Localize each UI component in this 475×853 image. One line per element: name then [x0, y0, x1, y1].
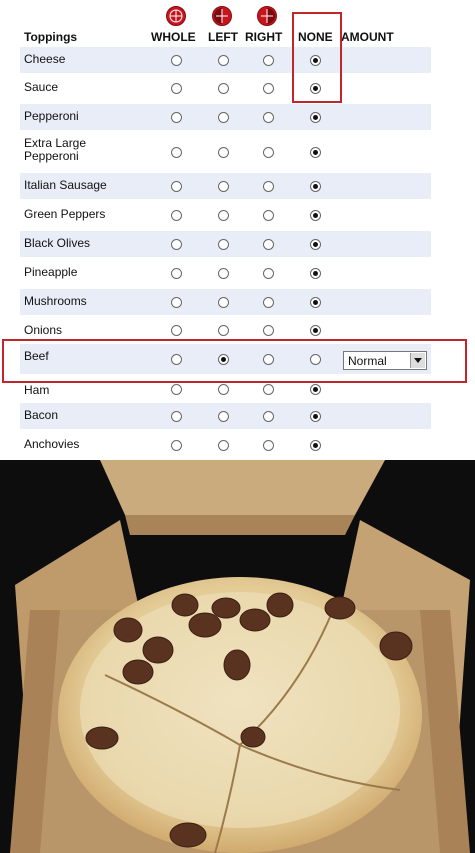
- topping-row: Extra Large Pepperoni: [20, 133, 431, 171]
- radio-none[interactable]: [310, 210, 321, 221]
- radio-left[interactable]: [218, 325, 229, 336]
- topping-label: Cheese: [24, 52, 66, 66]
- radio-left[interactable]: [218, 83, 229, 94]
- none-column-highlight: [292, 12, 342, 103]
- radio-whole[interactable]: [171, 147, 182, 158]
- radio-left[interactable]: [218, 112, 229, 123]
- topping-label: Pepperoni: [24, 109, 79, 123]
- toppings-form: Toppings WHOLE LEFT RIGHT NONE AMOUNT Ch…: [0, 0, 475, 460]
- radio-whole[interactable]: [171, 210, 182, 221]
- radio-left[interactable]: [218, 147, 229, 158]
- radio-left[interactable]: [218, 297, 229, 308]
- radio-left[interactable]: [218, 239, 229, 250]
- radio-whole[interactable]: [171, 297, 182, 308]
- radio-right[interactable]: [263, 181, 274, 192]
- radio-right[interactable]: [263, 440, 274, 451]
- topping-label: Green Peppers: [24, 207, 106, 221]
- radio-left[interactable]: [218, 411, 229, 422]
- topping-row: Cheese: [20, 47, 431, 73]
- radio-right[interactable]: [263, 411, 274, 422]
- radio-whole[interactable]: [171, 181, 182, 192]
- topping-label: Bacon: [24, 408, 59, 422]
- radio-none[interactable]: [310, 325, 321, 336]
- header-amount: AMOUNT: [341, 30, 394, 44]
- topping-label: Black Olives: [24, 236, 91, 250]
- topping-label: Sauce: [24, 80, 59, 94]
- header-whole: WHOLE: [151, 30, 196, 44]
- radio-none[interactable]: [310, 268, 321, 279]
- radio-none[interactable]: [310, 411, 321, 422]
- radio-whole[interactable]: [171, 325, 182, 336]
- radio-right[interactable]: [263, 268, 274, 279]
- radio-none[interactable]: [310, 440, 321, 451]
- radio-whole[interactable]: [171, 112, 182, 123]
- header-right: RIGHT: [245, 30, 283, 44]
- topping-row: Pineapple: [20, 260, 431, 286]
- topping-label: Pineapple: [24, 265, 78, 279]
- left-half-pie-icon: [212, 6, 232, 26]
- radio-whole[interactable]: [171, 384, 182, 395]
- topping-row: Black Olives: [20, 231, 431, 257]
- radio-whole[interactable]: [171, 83, 182, 94]
- radio-none[interactable]: [310, 112, 321, 123]
- whole-pie-icon: [166, 6, 186, 26]
- pizza-box-illustration: [0, 460, 475, 853]
- radio-right[interactable]: [263, 83, 274, 94]
- radio-none[interactable]: [310, 239, 321, 250]
- pizza-photo: [0, 460, 475, 853]
- radio-right[interactable]: [263, 384, 274, 395]
- topping-row: Pepperoni: [20, 104, 431, 130]
- right-half-pie-icon: [257, 6, 277, 26]
- radio-left[interactable]: [218, 268, 229, 279]
- radio-right[interactable]: [263, 239, 274, 250]
- topping-row: Sauce: [20, 75, 431, 101]
- radio-right[interactable]: [263, 55, 274, 66]
- beef-row-highlight: [2, 339, 467, 383]
- radio-right[interactable]: [263, 147, 274, 158]
- radio-left[interactable]: [218, 55, 229, 66]
- radio-right[interactable]: [263, 297, 274, 308]
- radio-none[interactable]: [310, 297, 321, 308]
- radio-whole[interactable]: [171, 440, 182, 451]
- topping-row: Italian Sausage: [20, 173, 431, 199]
- topping-row: Bacon: [20, 403, 431, 429]
- radio-whole[interactable]: [171, 411, 182, 422]
- topping-row: Mushrooms: [20, 289, 431, 315]
- radio-left[interactable]: [218, 440, 229, 451]
- radio-left[interactable]: [218, 384, 229, 395]
- radio-right[interactable]: [263, 325, 274, 336]
- topping-row: Anchovies: [20, 432, 431, 458]
- radio-none[interactable]: [310, 181, 321, 192]
- topping-label: Onions: [24, 323, 63, 337]
- radio-none[interactable]: [310, 147, 321, 158]
- radio-whole[interactable]: [171, 55, 182, 66]
- radio-right[interactable]: [263, 210, 274, 221]
- topping-row: Green Peppers: [20, 202, 431, 228]
- radio-whole[interactable]: [171, 239, 182, 250]
- topping-label: Extra Large Pepperoni: [24, 136, 87, 163]
- header-toppings: Toppings: [24, 30, 78, 44]
- topping-label: Ham: [24, 383, 50, 397]
- radio-right[interactable]: [263, 112, 274, 123]
- radio-left[interactable]: [218, 210, 229, 221]
- topping-label: Italian Sausage: [24, 178, 107, 192]
- topping-label: Anchovies: [24, 437, 80, 451]
- radio-left[interactable]: [218, 181, 229, 192]
- header-left: LEFT: [208, 30, 238, 44]
- radio-whole[interactable]: [171, 268, 182, 279]
- radio-none[interactable]: [310, 384, 321, 395]
- topping-label: Mushrooms: [24, 294, 87, 308]
